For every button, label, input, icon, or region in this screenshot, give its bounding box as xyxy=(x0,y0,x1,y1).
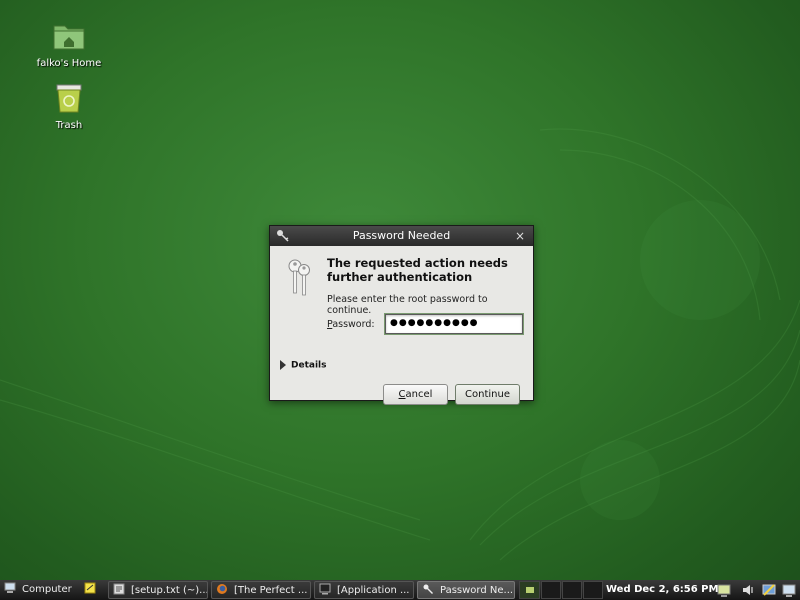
display-icon[interactable] xyxy=(781,582,797,598)
terminal-icon xyxy=(319,583,331,595)
dialog-titlebar[interactable]: Password Needed × xyxy=(270,226,533,246)
task-label: [The Perfect ... xyxy=(234,585,308,596)
authentication-keys-icon xyxy=(288,259,310,296)
details-expander[interactable]: Details xyxy=(280,360,326,371)
password-label-rest: assword: xyxy=(332,319,375,330)
text-editor-icon xyxy=(113,583,125,595)
dialog-heading: The requested action needs further authe… xyxy=(327,256,508,284)
clock[interactable]: Wed Dec 2, 6:56 PM xyxy=(606,581,718,599)
network-status-icon[interactable] xyxy=(716,582,732,598)
password-label: Password: xyxy=(327,319,375,330)
details-label: Details xyxy=(291,360,327,371)
dialog-title: Password Needed xyxy=(352,229,451,242)
firefox-icon xyxy=(217,584,227,594)
update-notifier-icon[interactable] xyxy=(761,582,777,598)
keys-icon xyxy=(277,230,289,242)
task-label: [Application ... xyxy=(337,585,410,596)
continue-button[interactable]: Continue xyxy=(455,384,520,405)
home-folder-icon xyxy=(53,25,85,50)
desktop-icon-label: falko's Home xyxy=(36,58,102,69)
workspace-window-thumb xyxy=(526,587,534,593)
trash-icon xyxy=(56,84,82,113)
dialog-message: Please enter the root password to contin… xyxy=(327,294,488,316)
task-label: Password Ne... xyxy=(440,585,514,596)
computer-menu-button[interactable]: Computer xyxy=(0,581,72,599)
cancel-accel: C xyxy=(398,389,406,400)
volume-icon[interactable] xyxy=(740,582,756,598)
computer-icon xyxy=(4,582,16,593)
task-setup-txt[interactable]: [setup.txt (~)... xyxy=(108,581,208,599)
taskbar: Computer [setup.txt (~)... [The Perfect … xyxy=(0,580,800,600)
notes-launcher[interactable] xyxy=(80,581,102,599)
workspace-1[interactable] xyxy=(519,581,540,599)
task-password-needed[interactable]: Password Ne... xyxy=(417,581,515,599)
task-label: [setup.txt (~)... xyxy=(131,585,208,596)
close-icon[interactable]: × xyxy=(515,226,525,246)
computer-label: Computer xyxy=(22,584,72,595)
workspace-3[interactable] xyxy=(562,581,582,599)
workspace-2[interactable] xyxy=(541,581,561,599)
cancel-button[interactable]: Cancel xyxy=(383,384,448,405)
password-field[interactable]: ●●●●●●●●●● xyxy=(384,313,524,335)
task-firefox[interactable]: [The Perfect ... xyxy=(211,581,311,599)
desktop-icon-label: Trash xyxy=(55,120,83,131)
sticky-notes-icon xyxy=(84,582,96,594)
desktop-icon-home[interactable]: falko's Home xyxy=(24,18,114,69)
cancel-label-rest: ancel xyxy=(405,389,433,400)
keys-icon xyxy=(423,584,433,594)
password-dialog: Password Needed × The requested action n… xyxy=(269,225,534,405)
task-application[interactable]: [Application ... xyxy=(314,581,414,599)
desktop-icon-trash[interactable]: Trash xyxy=(24,80,114,131)
workspace-4[interactable] xyxy=(583,581,603,599)
expander-triangle-icon xyxy=(280,360,286,370)
